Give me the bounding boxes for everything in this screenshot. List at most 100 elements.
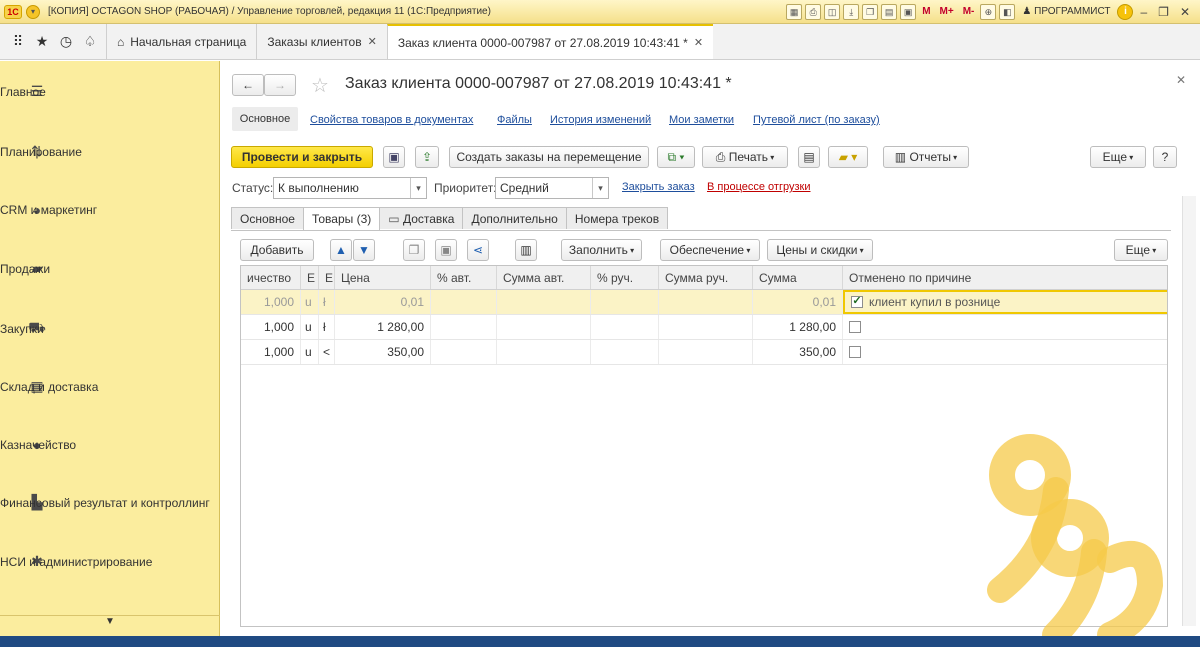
cell-manual-sum[interactable]	[659, 290, 753, 314]
add-row-button[interactable]: Добавить	[240, 239, 314, 261]
in-shipping-link[interactable]: В процессе отгрузки	[707, 181, 810, 193]
close-form-icon[interactable]: ✕	[1176, 73, 1186, 87]
fill-button[interactable]: Заполнить ▾	[561, 239, 642, 261]
create-transfer-orders-button[interactable]: Создать заказы на перемещение	[449, 146, 649, 168]
table-row[interactable]: 1,000 u ł 1 280,00 1 280,00	[241, 315, 1167, 340]
prices-discounts-button[interactable]: Цены и скидки ▾	[767, 239, 873, 261]
tab-customer-orders[interactable]: Заказы клиентов ✕	[256, 24, 386, 59]
link-change-history[interactable]: История изменений	[550, 114, 651, 126]
provision-button[interactable]: Обеспечение ▾	[660, 239, 760, 261]
related-docs-button[interactable]: ▰ ▾	[828, 146, 868, 168]
cancelled-checkbox[interactable]: ✓	[851, 296, 863, 308]
cell-cancel-reason[interactable]	[843, 340, 1167, 364]
delete-row-button[interactable]: ▣	[435, 239, 457, 261]
print-button[interactable]: ⎙ Печать ▾	[702, 146, 788, 168]
restore-icon[interactable]: ❐	[1154, 5, 1173, 19]
tab-additional[interactable]: Дополнительно	[462, 207, 567, 229]
cell-cancel-reason[interactable]	[843, 315, 1167, 339]
tab-tracking-numbers[interactable]: Номера треков	[565, 207, 669, 229]
sidebar-item-warehouse[interactable]: ▦ Склад и доставка	[0, 378, 220, 395]
cancelled-checkbox[interactable]	[849, 321, 861, 333]
cell-auto-percent[interactable]	[431, 340, 497, 364]
cell-sum[interactable]: 1 280,00	[753, 315, 843, 339]
main-menu-icon[interactable]: ▾	[26, 4, 40, 19]
copy-icon[interactable]: ❐	[862, 3, 879, 20]
tab-main[interactable]: Основное	[231, 207, 304, 229]
link-product-properties[interactable]: Свойства товаров в документах	[310, 114, 473, 126]
cell-auto-sum[interactable]	[497, 340, 591, 364]
close-tab-icon[interactable]: ✕	[368, 35, 377, 48]
sidebar-item-planning[interactable]: ⇅ Планирование	[0, 143, 220, 160]
panel-icon[interactable]: ◧	[999, 3, 1016, 20]
save-icon[interactable]: ⤓	[843, 3, 860, 20]
tab-goods[interactable]: Товары (3)	[302, 207, 381, 230]
table-row[interactable]: 1,000 u ł 0,01 0,01 ✓ клиент купил в роз…	[241, 290, 1167, 315]
col-unit2[interactable]: Е	[319, 266, 335, 289]
chevron-down-icon[interactable]: ▾	[410, 178, 426, 198]
cell-manual-sum[interactable]	[659, 340, 753, 364]
cell-manual-sum[interactable]	[659, 315, 753, 339]
cell-unit2[interactable]: <	[319, 340, 335, 364]
cell-manual-percent[interactable]	[591, 315, 659, 339]
col-cancel-reason[interactable]: Отменено по причине	[843, 266, 1167, 289]
favorites-star-icon[interactable]: ★	[30, 24, 54, 59]
cell-price[interactable]: 0,01	[335, 290, 431, 314]
favorite-star-icon[interactable]: ☆	[311, 73, 329, 98]
cell-sum[interactable]: 0,01	[753, 290, 843, 314]
post-button[interactable]: ⇪	[415, 146, 439, 168]
cell-price[interactable]: 1 280,00	[335, 315, 431, 339]
calendar-icon[interactable]: ▣	[900, 3, 917, 20]
cell-manual-percent[interactable]	[591, 340, 659, 364]
tab-delivery[interactable]: ▭ Доставка	[379, 207, 464, 229]
cell-sum[interactable]: 350,00	[753, 340, 843, 364]
sidebar-scroll-down-icon[interactable]: ▼	[0, 615, 220, 635]
create-based-on-button[interactable]: ⧉ ▾	[657, 146, 695, 168]
cell-unit[interactable]: u	[301, 290, 319, 314]
more-button[interactable]: Еще ▾	[1090, 146, 1146, 168]
grid-icon[interactable]: ▦	[786, 3, 803, 20]
col-quantity[interactable]: ичество	[241, 266, 301, 289]
cell-manual-percent[interactable]	[591, 290, 659, 314]
sidebar-item-crm[interactable]: ◕ CRM и маркетинг	[0, 202, 220, 218]
move-down-button[interactable]: ▼	[353, 239, 375, 261]
help-button[interactable]: ?	[1153, 146, 1177, 168]
sidebar-item-sales[interactable]: ▰ Продажи	[0, 260, 220, 277]
link-waybill[interactable]: Путевой лист (по заказу)	[753, 114, 880, 126]
info-icon[interactable]: i	[1117, 3, 1134, 20]
back-button[interactable]: ←	[232, 74, 264, 96]
col-unit[interactable]: Е	[301, 266, 319, 289]
sidebar-item-admin[interactable]: ✱ НСИ и администрирование	[0, 553, 220, 570]
close-order-link[interactable]: Закрыть заказ	[622, 181, 695, 193]
copy-row-button[interactable]: ❐	[403, 239, 425, 261]
chevron-down-icon[interactable]: ▾	[592, 178, 608, 198]
memory-button[interactable]: M	[919, 6, 933, 17]
attachments-button[interactable]: ▤	[798, 146, 820, 168]
cell-unit[interactable]: u	[301, 340, 319, 364]
print-icon[interactable]: ⎙	[805, 3, 822, 20]
tab-home[interactable]: ⌂ Начальная страница	[106, 24, 256, 59]
post-and-close-button[interactable]: Провести и закрыть	[231, 146, 373, 168]
cell-quantity[interactable]: 1,000	[241, 315, 301, 339]
col-manual-percent[interactable]: % руч.	[591, 266, 659, 289]
tab-order[interactable]: Заказ клиента 0000-007987 от 27.08.2019 …	[386, 24, 714, 59]
cell-quantity[interactable]: 1,000	[241, 340, 301, 364]
sidebar-item-main[interactable]: ☰ Главное	[0, 83, 220, 100]
table-more-button[interactable]: Еще ▾	[1114, 239, 1168, 261]
col-auto-percent[interactable]: % авт.	[431, 266, 497, 289]
preview-icon[interactable]: ◫	[824, 3, 841, 20]
cancelled-checkbox[interactable]	[849, 346, 861, 358]
bell-icon[interactable]: ♤	[78, 24, 102, 59]
col-auto-sum[interactable]: Сумма авт.	[497, 266, 591, 289]
cell-auto-percent[interactable]	[431, 315, 497, 339]
cell-unit2[interactable]: ł	[319, 290, 335, 314]
zoom-icon[interactable]: ⊕	[980, 3, 997, 20]
cell-auto-sum[interactable]	[497, 290, 591, 314]
move-up-button[interactable]: ▲	[330, 239, 352, 261]
sidebar-item-treasury[interactable]: ● Казначейство	[0, 437, 220, 453]
cell-unit2[interactable]: ł	[319, 315, 335, 339]
sidebar-item-finance[interactable]: ▙ Финансовый результат и контроллинг	[0, 494, 220, 511]
col-sum[interactable]: Сумма	[753, 266, 843, 289]
priority-select[interactable]: Средний ▾	[495, 177, 609, 199]
col-manual-sum[interactable]: Сумма руч.	[659, 266, 753, 289]
link-files[interactable]: Файлы	[497, 114, 532, 126]
